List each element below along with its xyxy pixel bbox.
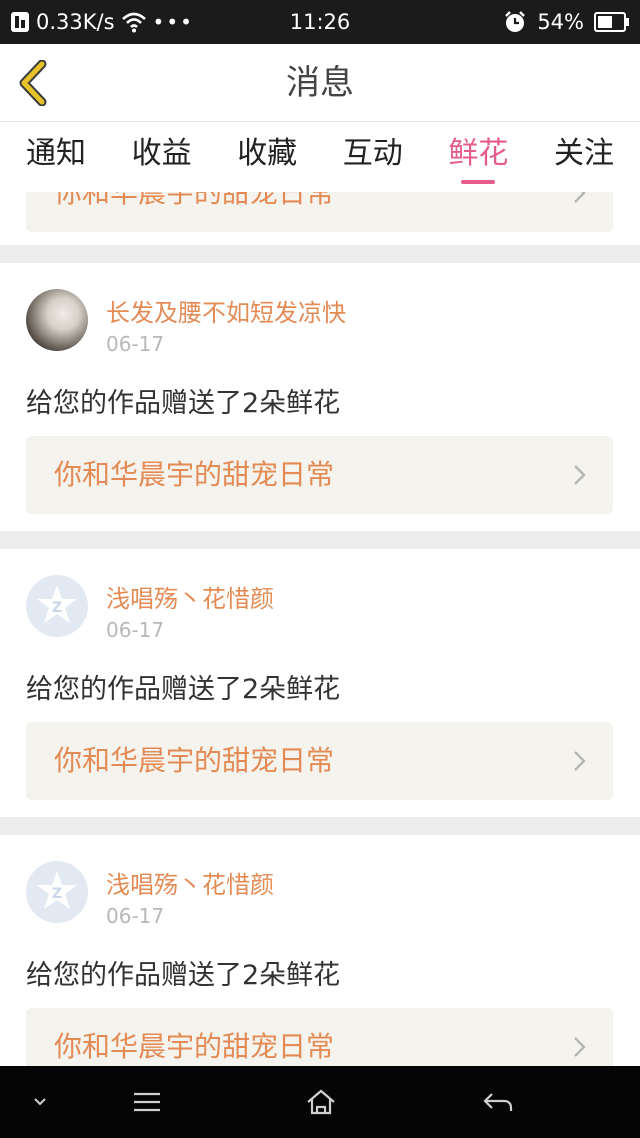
sender-name[interactable]: 浅唱殇丶花惜颜 xyxy=(106,865,274,900)
battery-icon xyxy=(594,12,629,32)
nav-back-button[interactable] xyxy=(467,1066,529,1138)
message-card: Z 浅唱殇丶花惜颜 06-17 给您的作品赠送了2朵鲜花 你和华晨宇的甜宠日常 xyxy=(0,835,640,1066)
avatar[interactable]: Z xyxy=(26,575,88,637)
home-icon xyxy=(307,1089,335,1115)
chevron-right-icon xyxy=(574,751,586,771)
header: 消息 xyxy=(0,44,640,122)
message-card: Z 浅唱殇丶花惜颜 06-17 给您的作品赠送了2朵鲜花 你和华晨宇的甜宠日常 xyxy=(0,549,640,817)
alarm-icon xyxy=(505,11,526,32)
message-date: 06-17 xyxy=(106,904,165,928)
book-link[interactable]: 你和华晨宇的甜宠日常 xyxy=(26,722,613,800)
message-text: 给您的作品赠送了2朵鲜花 xyxy=(26,960,341,991)
chevron-right-icon xyxy=(574,192,586,203)
svg-text:Z: Z xyxy=(52,600,62,616)
book-title: 你和华晨宇的甜宠日常 xyxy=(54,1030,335,1063)
avatar[interactable] xyxy=(26,289,88,351)
menu-icon xyxy=(134,1092,160,1112)
tab-bar: 通知 收益 收藏 互动 鲜花 关注 xyxy=(0,122,640,192)
back-arrow-icon xyxy=(483,1093,513,1111)
default-avatar-icon: Z xyxy=(26,575,88,637)
message-date: 06-17 xyxy=(106,332,165,356)
default-avatar-icon: Z xyxy=(26,861,88,923)
tab-interactions[interactable]: 互动 xyxy=(343,122,403,192)
chevron-right-icon xyxy=(574,1037,586,1057)
book-title: 你和华晨宇的甜宠日常 xyxy=(54,744,335,777)
tab-earnings[interactable]: 收益 xyxy=(132,122,192,192)
book-title: 你和华晨宇的甜宠日常 xyxy=(54,458,335,491)
message-date: 06-17 xyxy=(106,618,165,642)
sender-name[interactable]: 长发及腰不如短发凉快 xyxy=(106,293,346,328)
tab-flowers[interactable]: 鲜花 xyxy=(448,122,508,192)
status-right: 54% xyxy=(503,8,630,36)
nav-collapse-button[interactable] xyxy=(20,1066,60,1138)
tab-favorites[interactable]: 收藏 xyxy=(237,122,297,192)
system-nav-bar xyxy=(0,1066,640,1138)
status-bar: 0.33K/s ••• 11:26 54% xyxy=(0,0,640,44)
book-title: 你和华晨宇的甜宠日常 xyxy=(54,192,335,209)
book-link[interactable]: 你和华晨宇的甜宠日常 xyxy=(26,1008,613,1066)
nav-home-button[interactable] xyxy=(290,1066,352,1138)
message-card: 你和华晨宇的甜宠日常 xyxy=(0,192,640,245)
chevron-right-icon xyxy=(574,465,586,485)
sender-name[interactable]: 浅唱殇丶花惜颜 xyxy=(106,579,274,614)
chevron-down-icon xyxy=(34,1098,46,1106)
tab-following[interactable]: 关注 xyxy=(554,122,614,192)
tab-notifications[interactable]: 通知 xyxy=(26,122,86,192)
message-text: 给您的作品赠送了2朵鲜花 xyxy=(26,674,341,705)
book-link[interactable]: 你和华晨宇的甜宠日常 xyxy=(26,436,613,514)
nav-menu-button[interactable] xyxy=(116,1066,178,1138)
svg-text:Z: Z xyxy=(52,886,62,902)
book-link[interactable]: 你和华晨宇的甜宠日常 xyxy=(26,192,613,232)
page-title: 消息 xyxy=(286,63,354,103)
message-list[interactable]: 你和华晨宇的甜宠日常 长发及腰不如短发凉快 06-17 给您的作品赠送了2朵鲜花… xyxy=(0,192,640,1066)
avatar[interactable]: Z xyxy=(26,861,88,923)
message-card: 长发及腰不如短发凉快 06-17 给您的作品赠送了2朵鲜花 你和华晨宇的甜宠日常 xyxy=(0,263,640,531)
message-text: 给您的作品赠送了2朵鲜花 xyxy=(26,388,341,419)
battery-percent: 54% xyxy=(537,10,584,34)
